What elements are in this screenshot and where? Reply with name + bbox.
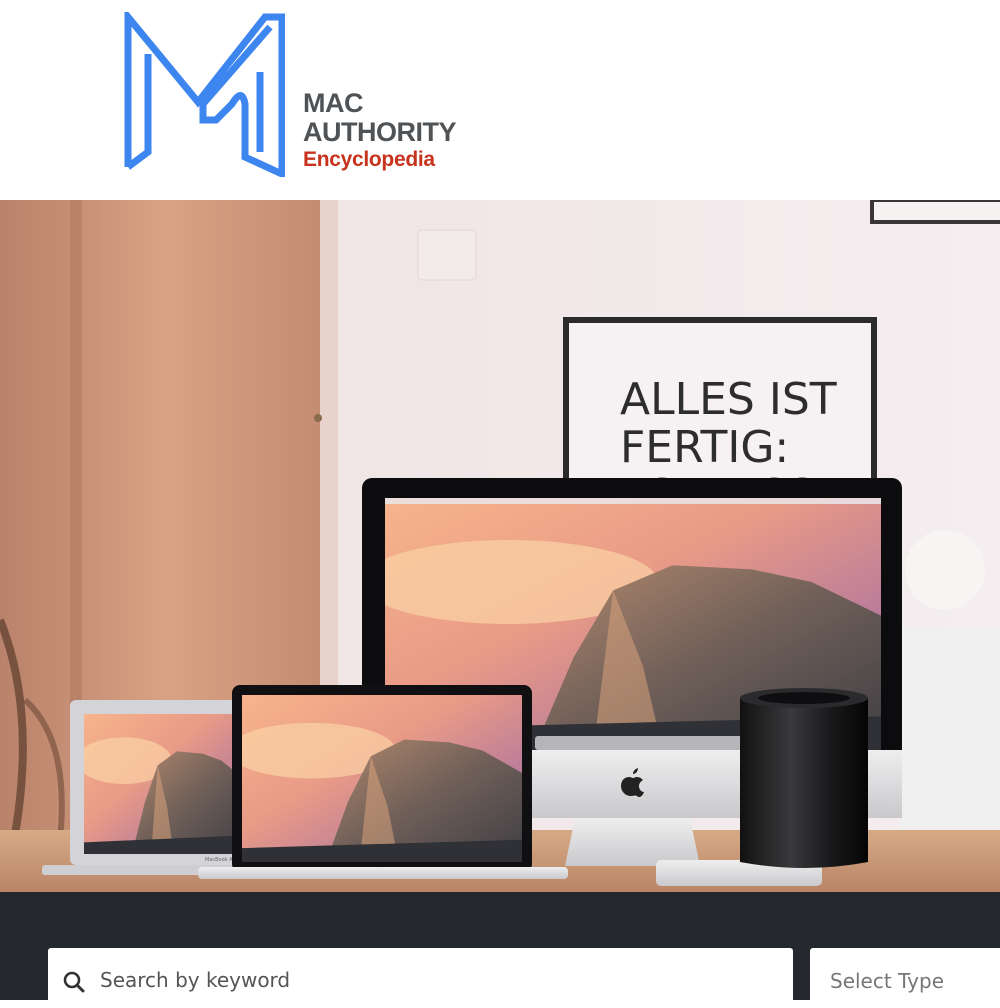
m-logo-icon — [124, 12, 285, 177]
search-bar: Select Type — [0, 892, 1000, 1008]
poster-line-1: ALLES IST — [620, 374, 837, 425]
logo-line-authority: AUTHORITY — [303, 117, 457, 147]
hero-image: ALLES IST FERTIG: ES MUSS MacBook Air — [0, 200, 1000, 892]
logo-wordmark: MAC AUTHORITY Encyclopedia — [303, 88, 457, 171]
mac-pro — [740, 688, 868, 868]
logo-line-mac: MAC — [303, 88, 364, 118]
search-input[interactable] — [100, 966, 760, 994]
macbook-pro — [198, 685, 568, 879]
poster-line-2: FERTIG: — [620, 422, 789, 473]
site-logo[interactable]: MAC AUTHORITY Encyclopedia — [120, 12, 490, 187]
type-select-label: Select Type — [830, 969, 944, 993]
hero-banner: ALLES IST FERTIG: ES MUSS MacBook Air — [0, 200, 1000, 892]
search-box[interactable] — [48, 948, 793, 1008]
logo-line-encyclopedia: Encyclopedia — [303, 148, 435, 171]
search-icon — [63, 971, 85, 993]
site-header: MAC AUTHORITY Encyclopedia — [0, 0, 1000, 200]
type-select[interactable]: Select Type — [810, 948, 1000, 1008]
